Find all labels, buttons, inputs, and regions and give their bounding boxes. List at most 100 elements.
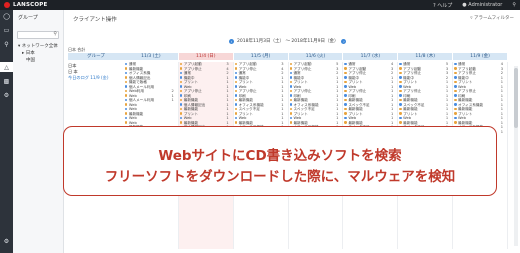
category-dot-icon [344, 103, 347, 106]
operation-label: 通常 [348, 62, 356, 66]
search-icon: ⚲ [53, 31, 57, 37]
operation-label: プリント [293, 80, 308, 84]
logo-text: LANSCOPE [13, 2, 48, 8]
shield-icon[interactable]: ◯ [3, 13, 10, 20]
group-panel-title: グループ [18, 15, 38, 21]
category-dot-icon [125, 103, 128, 106]
operation-label: スペック不足 [403, 102, 425, 107]
operation-label: プリント [183, 111, 199, 116]
top-search-icon[interactable]: ⚲ [512, 2, 516, 8]
operation-label: 最新機能 [403, 107, 418, 111]
category-dot-icon [125, 85, 128, 88]
category-dot-icon [454, 62, 457, 66]
day-column-header[interactable]: 11/6 (火) [288, 53, 344, 60]
category-dot-icon [344, 121, 347, 124]
category-dot-icon [125, 121, 128, 124]
category-dot-icon [454, 89, 457, 93]
category-dot-icon [125, 76, 128, 79]
operation-label: Web [128, 107, 137, 111]
category-dot-icon [125, 62, 128, 66]
today-log-link[interactable]: 今日のログ 11/9 (金) [68, 75, 124, 81]
operation-label: 最新機能 [183, 98, 199, 102]
category-dot-icon [454, 94, 457, 97]
category-dot-icon [454, 103, 457, 106]
tree-item-japan[interactable]: ▸ 日本 [22, 50, 35, 56]
category-dot-icon [289, 112, 292, 115]
operation-label: 個人メール利用 [128, 98, 155, 102]
category-dot-icon [344, 112, 347, 115]
tree-item-china[interactable]: 中国 [26, 57, 35, 63]
operation-label: 最新機能 [458, 107, 473, 111]
tree-item-network[interactable]: ▾ ネットワーク全体 [18, 43, 58, 49]
banner-line-2: フリーソフトをダウンロードした際に、マルウェアを検知 [104, 169, 456, 185]
category-dot-icon [399, 67, 402, 70]
category-dot-icon [125, 67, 128, 70]
operation-label: アプリ停止 [293, 89, 312, 93]
operation-label: Web [238, 116, 247, 120]
category-dot-icon [179, 103, 183, 106]
category-dot-icon [234, 121, 238, 124]
category-dot-icon [289, 103, 292, 106]
category-dot-icon [344, 94, 347, 97]
search-icon[interactable]: ⚲ [3, 41, 10, 48]
operation-label: 印刷 [293, 93, 301, 98]
category-dot-icon [454, 121, 457, 124]
category-dot-icon [234, 76, 238, 79]
category-dot-icon [125, 80, 128, 84]
operation-label: Web [348, 116, 357, 120]
operation-label: 最新機能 [238, 98, 253, 102]
vertical-scrollbar[interactable] [514, 66, 518, 246]
day-column-header[interactable]: 11/3 (土) [124, 53, 179, 60]
chart-icon[interactable]: ▩ [3, 78, 10, 85]
row-header: 日本 日 本 今日のログ 11/9 (金) [68, 63, 124, 81]
operation-label: Web [293, 84, 302, 89]
operation-count: 1 [500, 129, 503, 134]
prev-week-icon[interactable]: ‹ [229, 38, 234, 44]
operation-label: オフィス系機 [128, 71, 151, 75]
operation-label: 機能中 [293, 75, 305, 80]
gear-icon[interactable]: ⚙ [3, 92, 10, 99]
lanscope-logo[interactable]: LANSCOPE [4, 2, 47, 8]
group-search-input[interactable]: ⚲ [17, 31, 59, 39]
operation-label: アプリ起動 [458, 66, 476, 71]
operation-label: 最新機能 [458, 120, 473, 125]
bell-icon[interactable]: △ [3, 64, 10, 71]
operation-label: 最新機能 [348, 98, 363, 102]
operation-label: Web利用 [128, 89, 144, 93]
category-dot-icon [344, 107, 347, 111]
monitor-icon[interactable]: ▭ [3, 27, 10, 34]
operation-label: アプリ停止 [183, 66, 202, 71]
day-column-header[interactable]: 11/4 (日) [178, 53, 234, 60]
category-dot-icon [399, 98, 402, 102]
day-column-header[interactable]: 11/7 (水) [343, 53, 399, 60]
page-title: クライアント操作 [73, 17, 117, 23]
day-column-header[interactable]: 11/8 (木) [398, 53, 454, 60]
category-dot-icon [125, 107, 128, 111]
day-column-header[interactable]: 11/5 (月) [233, 53, 289, 60]
category-dot-icon [125, 94, 128, 97]
help-label: ヘルプ [437, 2, 453, 9]
alarm-filter-button[interactable]: ▿ アラームフィルター [470, 15, 514, 21]
category-dot-icon [179, 71, 183, 75]
next-week-icon[interactable]: › [341, 38, 347, 44]
operation-label: 印刷 [403, 93, 411, 98]
category-dot-icon [125, 112, 128, 115]
operation-label: Web [238, 84, 247, 89]
category-dot-icon [399, 121, 402, 124]
category-dot-icon [289, 121, 292, 124]
operation-label: 通常 [183, 71, 191, 75]
category-dot-icon [454, 80, 457, 84]
scrollbar-thumb[interactable] [514, 68, 518, 128]
operation-label: アプリ停止 [458, 71, 476, 75]
settings-gear-icon[interactable]: ⚙ [3, 238, 10, 245]
category-dot-icon [179, 85, 183, 88]
user-menu[interactable]: ● Administrator [462, 2, 502, 8]
tree-label: 中国 [26, 58, 35, 63]
category-dot-icon [234, 98, 238, 102]
operation-label: Web [128, 116, 137, 120]
operation-label: 最新機能 [348, 107, 363, 111]
day-column-header[interactable]: 11/9 (金) [453, 53, 508, 60]
category-dot-icon [344, 80, 347, 84]
help-link[interactable]: ? ヘルプ [433, 2, 452, 9]
group-column-header: グループ [68, 53, 125, 60]
